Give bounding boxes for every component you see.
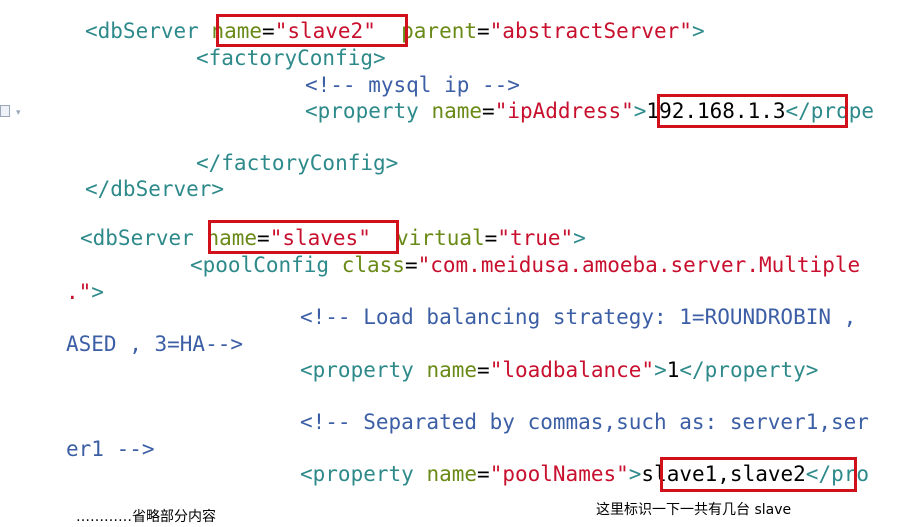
highlight-box-pool-names <box>660 457 857 492</box>
highlight-box-ip-address <box>657 94 848 128</box>
value-token: "poolNames" <box>489 462 629 486</box>
code-line-8: <poolConfig class="com.meidusa.amoeba.se… <box>190 253 861 277</box>
comment-token: <!-- mysql ip --> <box>305 73 520 97</box>
comment-token: er1 --> <box>66 437 155 461</box>
code-line-12: <property name="loadbalance">1</property… <box>300 358 819 382</box>
code-line-14: er1 --> <box>66 436 155 462</box>
code-line-3: <!-- mysql ip --> <box>305 72 520 98</box>
document-icon <box>0 105 10 117</box>
attr-token: class <box>341 253 405 277</box>
value-token: "loadbalance" <box>489 358 655 382</box>
text-token: 1 <box>666 358 680 382</box>
tag-token: <dbServer <box>80 226 194 250</box>
attr-token: parent <box>401 19 477 43</box>
code-line-11: ASED , 3=HA--> <box>66 331 243 357</box>
annotation-note: 这里标识一下一共有几台 slave <box>596 502 792 518</box>
value-token: "abstractServer" <box>489 19 692 43</box>
comment-token: ASED , 3=HA--> <box>66 332 244 356</box>
code-line-5: </factoryConfig> <box>196 150 398 176</box>
tag-token: <property <box>300 462 414 486</box>
tag-token: <dbServer <box>85 19 199 43</box>
tag-token: <factoryConfig> <box>196 46 386 70</box>
code-line-6: </dbServer> <box>85 176 224 202</box>
tag-token: <property <box>305 99 419 123</box>
tag-token: <property <box>300 358 414 382</box>
code-line-13: <!-- Separated by commas,such as: server… <box>300 409 869 435</box>
code-line-9: ."> <box>66 280 104 304</box>
highlight-box-name-slave2 <box>216 14 408 47</box>
code-line-2: <factoryConfig> <box>196 45 386 71</box>
attr-token: name <box>431 99 483 123</box>
comment-token: <!-- Load balancing strategy: 1=ROUNDROB… <box>300 305 857 329</box>
comment-token: <!-- Separated by commas,such as: server… <box>300 410 869 434</box>
highlight-box-name-slaves <box>208 220 399 254</box>
attr-token: virtual <box>396 226 485 250</box>
tag-token: </factoryConfig> <box>196 151 399 175</box>
attr-token: name <box>426 358 478 382</box>
omitted-content-note: …………省略部分内容 <box>76 509 216 525</box>
attr-token: name <box>426 462 478 486</box>
value-token: "com.meidusa.amoeba.server.Multiple <box>417 253 861 277</box>
value-token: "ipAddress" <box>494 99 634 123</box>
chevron-down-icon: ▾ <box>16 108 21 118</box>
value-token: ." <box>66 280 92 304</box>
code-line-10: <!-- Load balancing strategy: 1=ROUNDROB… <box>300 304 856 330</box>
value-token: "true" <box>497 226 574 250</box>
tag-token: <poolConfig <box>190 253 330 277</box>
tag-token: </dbServer> <box>85 177 225 201</box>
